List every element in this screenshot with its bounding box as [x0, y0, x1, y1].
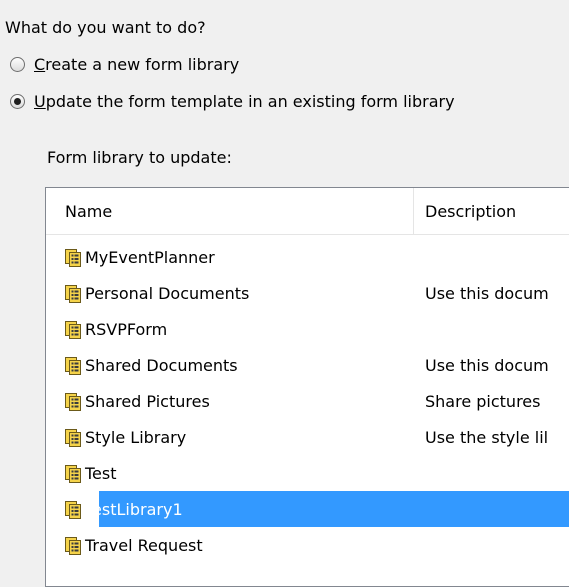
radio-update-existing-library[interactable]: Update the form template in an existing … — [10, 92, 455, 111]
list-item-name: Shared Pictures — [63, 383, 210, 419]
list-item-name: Travel Request — [63, 527, 203, 563]
column-header-description[interactable]: Description — [414, 188, 569, 234]
list-item-name: Style Library — [63, 419, 186, 455]
radio-label-update: Update the form template in an existing … — [34, 92, 455, 111]
list-item-label: MyEventPlanner — [85, 247, 215, 267]
list-item-label: Test — [85, 463, 117, 483]
form-library-icon — [63, 354, 83, 376]
list-item[interactable]: RSVPForm — [46, 311, 569, 347]
list-item-label: Travel Request — [85, 535, 203, 555]
form-library-icon — [63, 498, 83, 520]
list-item[interactable]: TestLibrary1 — [46, 491, 569, 527]
list-item-label: Shared Documents — [85, 355, 238, 375]
radio-create-new-library[interactable]: Create a new form library — [10, 55, 239, 74]
form-library-icon — [63, 390, 83, 412]
list-item-label: TestLibrary1 — [85, 499, 183, 519]
list-item-description: Use this docum — [425, 355, 549, 375]
form-library-icon — [63, 318, 83, 340]
list-item[interactable]: Style Library Use the style lil — [46, 419, 569, 455]
list-item-label: Personal Documents — [85, 283, 250, 303]
question-label: What do you want to do? — [5, 18, 206, 37]
list-item[interactable]: Personal Documents Use this docum — [46, 275, 569, 311]
list-item-name: Test — [63, 455, 117, 491]
list-item-label: Style Library — [85, 427, 187, 447]
column-header-name[interactable]: Name — [46, 188, 414, 234]
list-item-name: Personal Documents — [63, 275, 249, 311]
list-item-name: TestLibrary1 — [63, 491, 183, 527]
list-item-description: Use the style lil — [425, 427, 549, 447]
list-item[interactable]: Travel Request — [46, 527, 569, 563]
form-library-list[interactable]: Name Description MyEventPlanner Personal… — [45, 187, 569, 587]
form-library-icon — [63, 534, 83, 556]
form-library-icon — [63, 246, 83, 268]
list-item-label: Shared Pictures — [85, 391, 210, 411]
list-item-label: RSVPForm — [85, 319, 168, 339]
form-library-icon — [63, 282, 83, 304]
list-item-name: Shared Documents — [63, 347, 238, 383]
form-library-icon — [63, 462, 83, 484]
radio-button-create[interactable] — [10, 57, 25, 72]
radio-label-create: Create a new form library — [34, 55, 240, 74]
list-item-name: MyEventPlanner — [63, 239, 215, 275]
list-item[interactable]: Shared Documents Use this docum — [46, 347, 569, 383]
form-library-to-update-label: Form library to update: — [47, 148, 232, 167]
list-header: Name Description — [46, 188, 569, 235]
list-item[interactable]: MyEventPlanner — [46, 239, 569, 275]
list-item[interactable]: Test — [46, 455, 569, 491]
list-item-description: Share pictures — [425, 391, 541, 411]
list-item-name: RSVPForm — [63, 311, 167, 347]
list-item-description: Use this docum — [425, 283, 549, 303]
radio-button-update[interactable] — [10, 94, 25, 109]
list-item[interactable]: Shared Pictures Share pictures — [46, 383, 569, 419]
form-library-icon — [63, 426, 83, 448]
